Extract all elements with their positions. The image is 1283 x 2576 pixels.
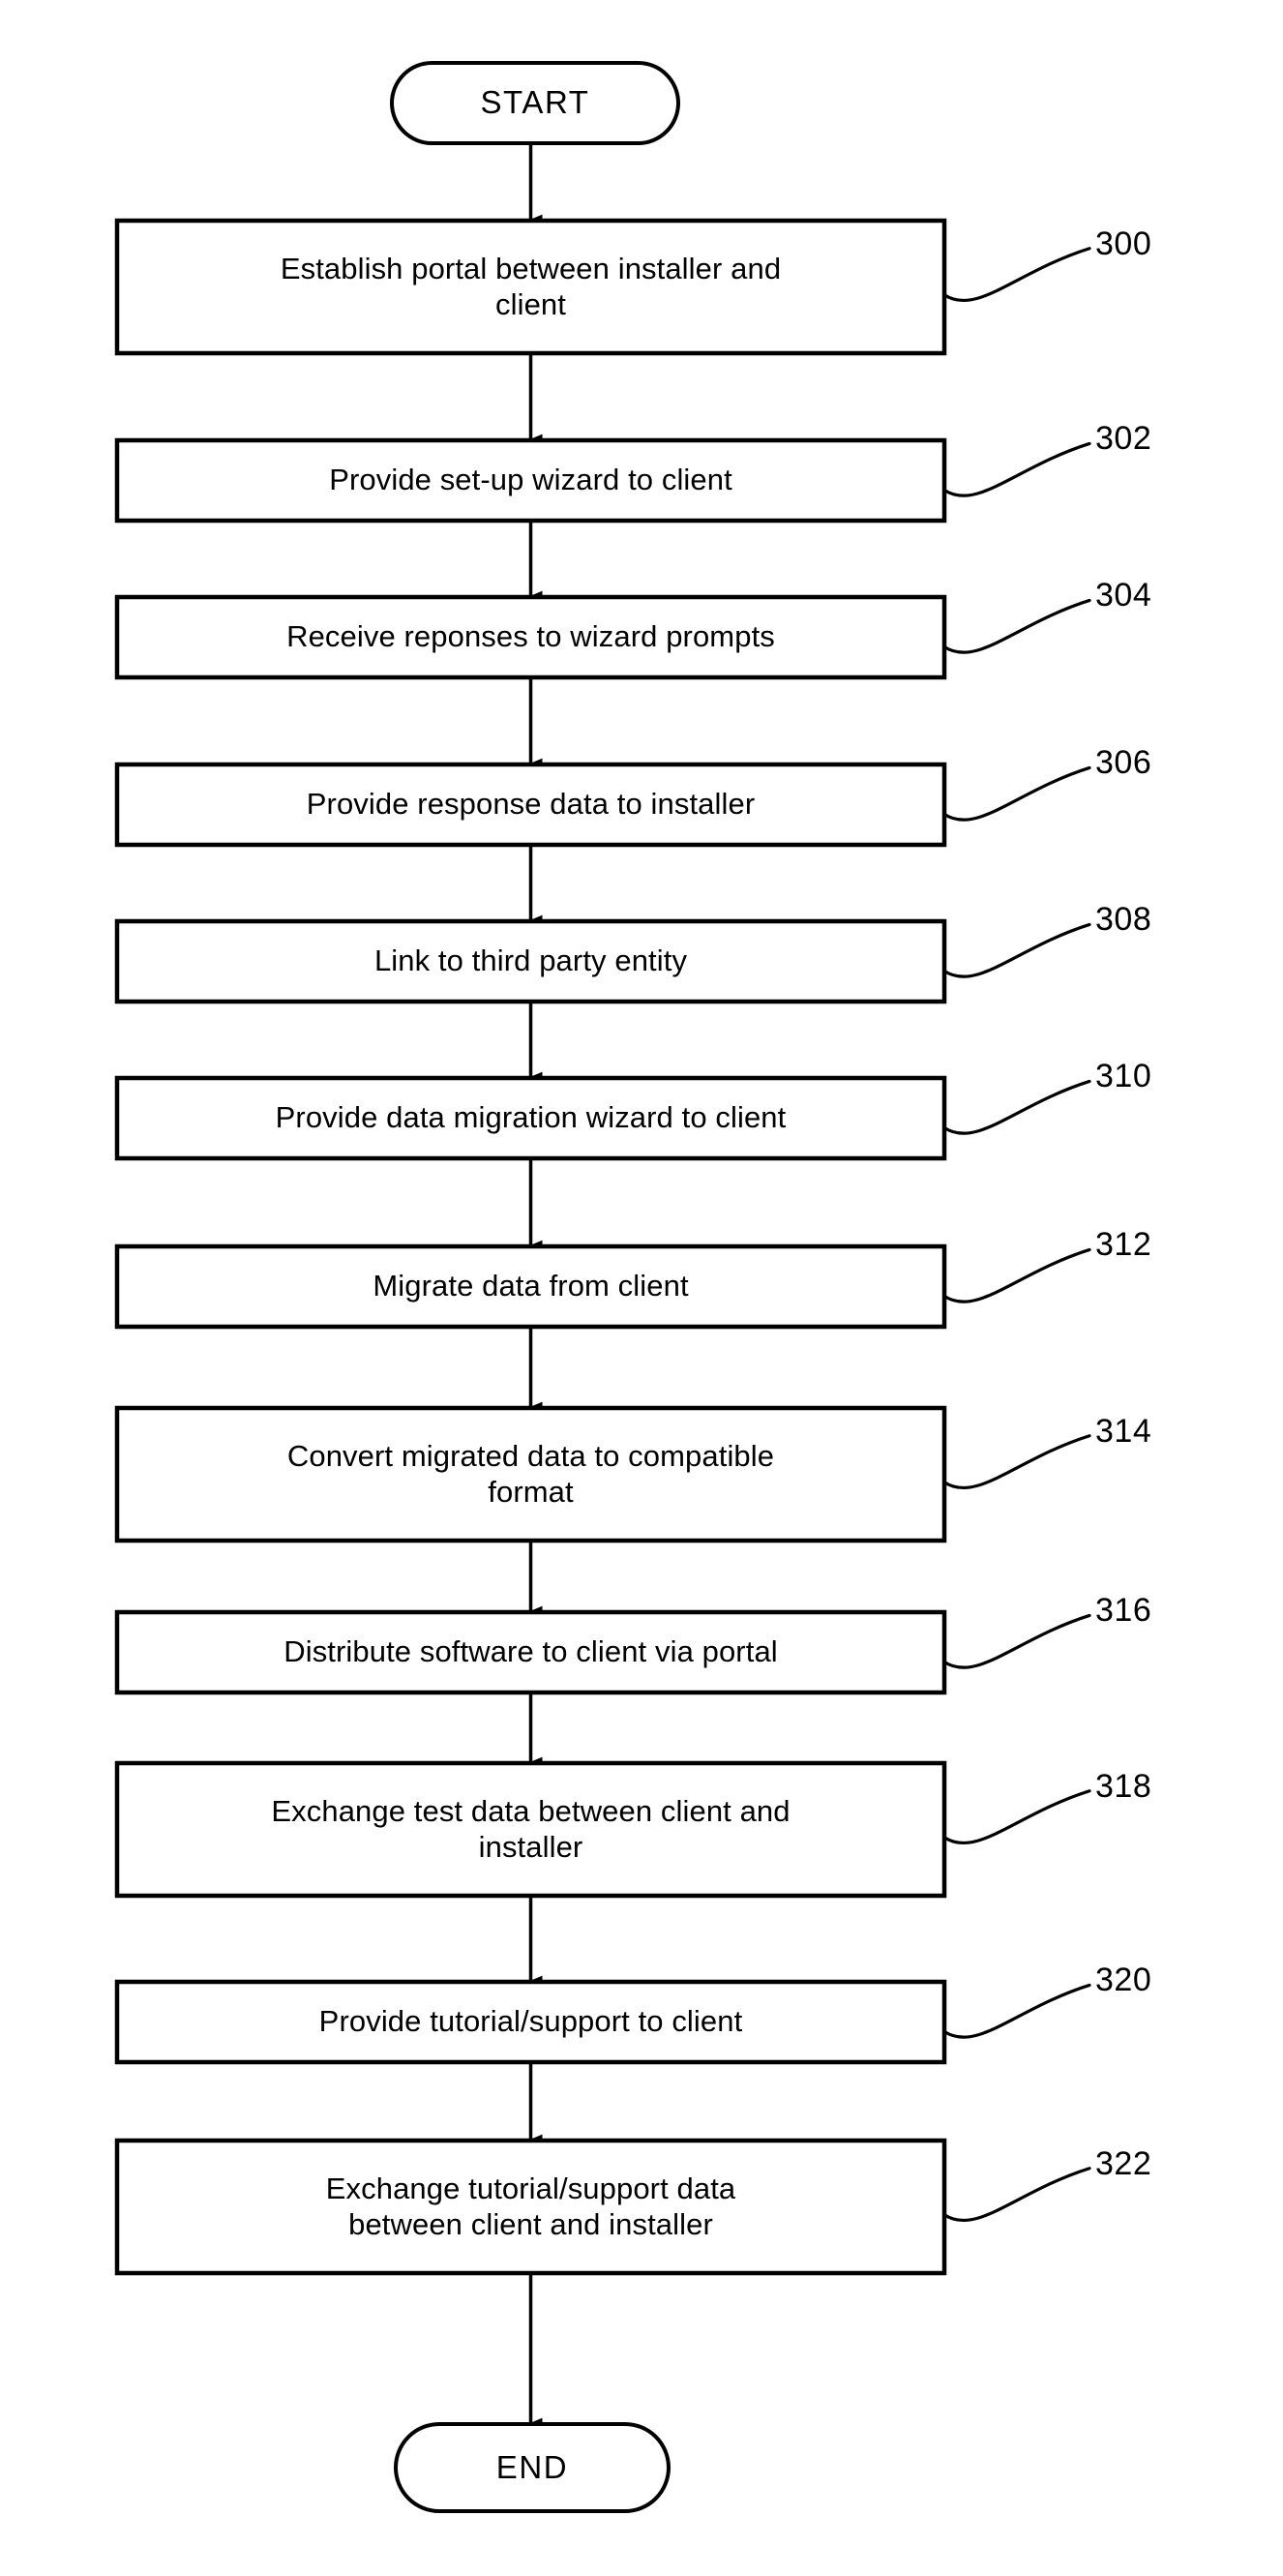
leader-line-306 (942, 765, 1091, 822)
flowchart-canvas (114, 61, 1091, 2513)
leader-line-314 (942, 1434, 1091, 1489)
process-box-320 (114, 1979, 947, 2065)
leader-line-312 (942, 1247, 1091, 1303)
process-box-314 (114, 1405, 947, 1543)
reference-numeral-304: 304 (1095, 577, 1152, 614)
leader-line-316 (942, 1613, 1091, 1669)
reference-numeral-316: 316 (1095, 1592, 1152, 1630)
reference-numeral-302: 302 (1095, 420, 1152, 458)
reference-numeral-318: 318 (1095, 1767, 1152, 1805)
reference-numeral-306: 306 (1095, 744, 1152, 782)
end-terminal-shape (394, 2422, 671, 2513)
process-box-322 (114, 2138, 947, 2276)
leader-line-320 (942, 1983, 1091, 2039)
process-box-310 (114, 1075, 947, 1161)
leader-line-300 (942, 247, 1091, 302)
process-box-312 (114, 1243, 947, 1330)
process-box-308 (114, 918, 947, 1004)
reference-numeral-322: 322 (1095, 2144, 1152, 2182)
leader-line-308 (942, 922, 1091, 978)
process-box-302 (114, 437, 947, 524)
process-box-318 (114, 1760, 947, 1899)
flowchart-shapes (114, 61, 1091, 2513)
process-box-304 (114, 594, 947, 680)
process-box-306 (114, 762, 947, 848)
leader-line-310 (942, 1079, 1091, 1135)
leader-line-304 (942, 598, 1091, 654)
reference-numeral-308: 308 (1095, 901, 1152, 939)
reference-numeral-310: 310 (1095, 1058, 1152, 1095)
process-box-300 (114, 218, 947, 356)
reference-numeral-320: 320 (1095, 1962, 1152, 1999)
start-terminal-shape (390, 61, 680, 145)
flowchart-figure: START Establish portal between installer … (0, 0, 1283, 2576)
reference-numeral-312: 312 (1095, 1226, 1152, 1264)
reference-numeral-314: 314 (1095, 1412, 1152, 1450)
process-box-316 (114, 1609, 947, 1695)
leader-line-322 (942, 2167, 1091, 2222)
leader-line-302 (942, 441, 1091, 497)
leader-line-318 (942, 1789, 1091, 1844)
reference-numeral-300: 300 (1095, 225, 1152, 262)
